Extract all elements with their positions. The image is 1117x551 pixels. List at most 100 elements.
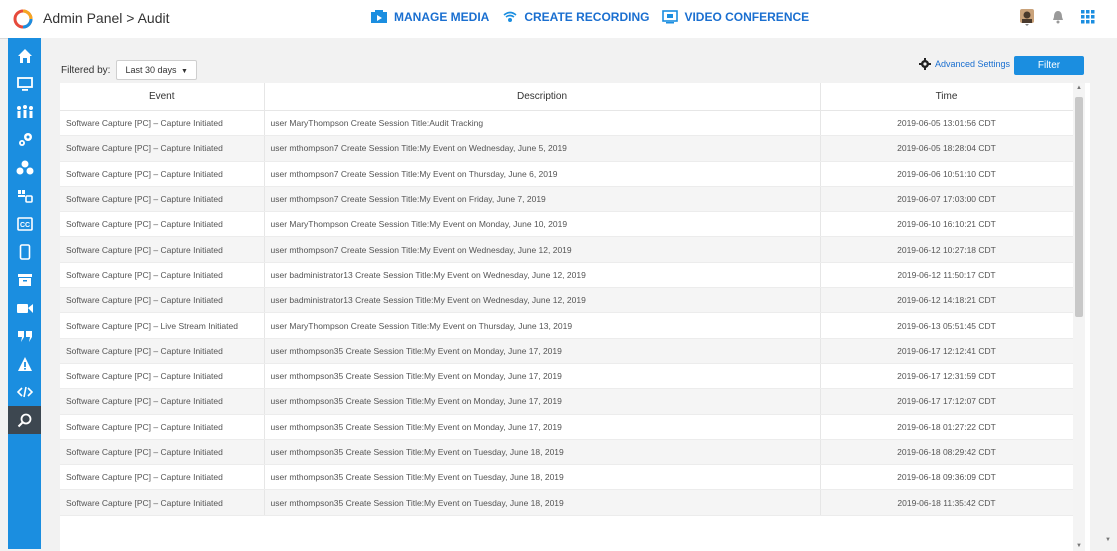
- cell-description: user mthompson35 Create Session Title:My…: [264, 489, 821, 516]
- filter-button[interactable]: Filter: [1014, 56, 1084, 75]
- advanced-settings-link[interactable]: Advanced Settings: [919, 58, 1010, 70]
- video-icon: [16, 304, 33, 313]
- date-range-value: Last 30 days: [125, 65, 177, 75]
- captions-icon: CC: [16, 217, 33, 231]
- table-scrollbar[interactable]: ▲ ▼: [1073, 83, 1085, 551]
- sidebar-item-captions[interactable]: CC: [8, 210, 41, 238]
- main-content: Filtered by: Last 30 days ▼ Advanced Set…: [41, 38, 1117, 551]
- cell-description: user mthompson35 Create Session Title:My…: [264, 439, 821, 466]
- sidebar-item-mobile[interactable]: [8, 238, 41, 266]
- cell-event: Software Capture [PC] – Capture Initiate…: [60, 439, 265, 466]
- table-row[interactable]: Software Capture [PC] – Capture Initiate…: [60, 388, 1074, 415]
- groups-icon: [16, 160, 33, 175]
- cell-event: Software Capture [PC] – Capture Initiate…: [60, 464, 265, 491]
- table-row[interactable]: Software Capture [PC] – Capture Initiate…: [60, 338, 1074, 364]
- breadcrumb-current: Audit: [137, 10, 170, 26]
- column-header-time[interactable]: Time: [820, 83, 1074, 111]
- cell-event: Software Capture [PC] – Capture Initiate…: [60, 262, 265, 289]
- cell-description: user mthompson7 Create Session Title:My …: [264, 186, 821, 213]
- sidebar-item-alerts[interactable]: [8, 350, 41, 378]
- cell-description: user MaryThompson Create Session Title:A…: [264, 110, 821, 137]
- create-recording-link[interactable]: CREATE RECORDING: [502, 9, 649, 25]
- cell-description: user mthompson35 Create Session Title:My…: [264, 388, 821, 415]
- cell-time: 2019-06-05 13:01:56 CDT: [820, 110, 1074, 137]
- media-icon: [371, 10, 387, 23]
- warning-icon: [17, 357, 32, 371]
- user-avatar-icon[interactable]: [1019, 8, 1035, 26]
- sidebar-item-quotes[interactable]: [8, 322, 41, 350]
- cell-description: user mthompson35 Create Session Title:My…: [264, 464, 821, 491]
- column-header-event[interactable]: Event: [60, 83, 265, 111]
- table-body: Software Capture [PC] – Capture Initiate…: [60, 110, 1074, 516]
- caret-down-icon: ▼: [181, 68, 188, 75]
- cell-time: 2019-06-10 16:10:21 CDT: [820, 211, 1074, 238]
- sidebar-item-groups[interactable]: [8, 154, 41, 182]
- table-row[interactable]: Software Capture [PC] – Capture Initiate…: [60, 186, 1074, 213]
- cell-time: 2019-06-12 14:18:21 CDT: [820, 287, 1074, 314]
- audit-icon: [17, 413, 31, 428]
- breadcrumb-root[interactable]: Admin Panel: [43, 10, 122, 26]
- create-recording-label: CREATE RECORDING: [524, 10, 650, 24]
- table-row[interactable]: Software Capture [PC] – Capture Initiate…: [60, 211, 1074, 238]
- table-row[interactable]: Software Capture [PC] – Capture Initiate…: [60, 464, 1074, 491]
- archive-icon: [17, 274, 32, 286]
- sidebar-item-integrations[interactable]: [8, 126, 41, 154]
- cell-time: 2019-06-17 17:12:07 CDT: [820, 388, 1074, 415]
- sidebar-item-settings[interactable]: [8, 182, 41, 210]
- column-header-description[interactable]: Description: [264, 83, 821, 111]
- page-scroll-down-icon[interactable]: ▼: [1105, 537, 1111, 543]
- advanced-settings-label: Advanced Settings: [935, 59, 1011, 69]
- users-icon: [16, 105, 33, 118]
- cell-time: 2019-06-13 05:51:45 CDT: [820, 312, 1074, 339]
- top-nav: MANAGE MEDIA CREATE RECORDING VIDEO CONF…: [370, 9, 822, 25]
- video-conference-link[interactable]: VIDEO CONFERENCE: [662, 10, 809, 24]
- cell-event: Software Capture [PC] – Capture Initiate…: [60, 236, 265, 263]
- integrations-icon: [18, 133, 32, 146]
- table-row[interactable]: Software Capture [PC] – Capture Initiate…: [60, 135, 1074, 162]
- table-row[interactable]: Software Capture [PC] – Capture Initiate…: [60, 414, 1074, 440]
- table-row[interactable]: Software Capture [PC] – Capture Initiate…: [60, 236, 1074, 263]
- cell-event: Software Capture [PC] – Capture Initiate…: [60, 110, 265, 137]
- settings-icon: [17, 190, 33, 203]
- table-row[interactable]: Software Capture [PC] – Live Stream Init…: [60, 312, 1074, 339]
- audit-table: Event Description Time Software Capture …: [60, 83, 1074, 516]
- scrollbar-thumb[interactable]: [1075, 97, 1083, 317]
- cell-time: 2019-06-17 12:12:41 CDT: [820, 338, 1074, 364]
- breadcrumb-separator: >: [126, 10, 135, 26]
- cell-time: 2019-06-17 12:31:59 CDT: [820, 363, 1074, 390]
- code-icon: [16, 386, 33, 398]
- cell-time: 2019-06-07 17:03:00 CDT: [820, 186, 1074, 213]
- scroll-down-icon[interactable]: ▼: [1076, 543, 1082, 549]
- recording-icon: [503, 11, 517, 22]
- bell-icon[interactable]: [1051, 10, 1065, 24]
- cell-event: Software Capture [PC] – Capture Initiate…: [60, 414, 265, 440]
- filtered-by-label: Filtered by:: [61, 64, 111, 76]
- monitor-icon: [16, 77, 33, 91]
- cell-time: 2019-06-05 18:28:04 CDT: [820, 135, 1074, 162]
- table-row[interactable]: Software Capture [PC] – Capture Initiate…: [60, 363, 1074, 390]
- sidebar-item-monitor[interactable]: [8, 70, 41, 98]
- cell-event: Software Capture [PC] – Capture Initiate…: [60, 287, 265, 314]
- sidebar-item-users[interactable]: [8, 98, 41, 126]
- table-row[interactable]: Software Capture [PC] – Capture Initiate…: [60, 439, 1074, 466]
- table-row[interactable]: Software Capture [PC] – Capture Initiate…: [60, 262, 1074, 289]
- sidebar-item-archive[interactable]: [8, 266, 41, 294]
- table-row[interactable]: Software Capture [PC] – Capture Initiate…: [60, 489, 1074, 516]
- video-conference-label: VIDEO CONFERENCE: [684, 10, 810, 24]
- sidebar-item-home[interactable]: [8, 42, 41, 70]
- table-row[interactable]: Software Capture [PC] – Capture Initiate…: [60, 287, 1074, 314]
- sidebar-item-video[interactable]: [8, 294, 41, 322]
- top-right-icons: [1003, 8, 1095, 26]
- apps-grid-icon[interactable]: [1081, 10, 1095, 24]
- sidebar-item-audit[interactable]: [8, 406, 41, 434]
- cell-description: user MaryThompson Create Session Title:M…: [264, 312, 821, 339]
- scroll-up-icon[interactable]: ▲: [1076, 85, 1082, 91]
- sidebar-item-code[interactable]: [8, 378, 41, 406]
- cell-description: user mthompson7 Create Session Title:My …: [264, 135, 821, 162]
- app-logo-icon[interactable]: [13, 9, 33, 29]
- table-row[interactable]: Software Capture [PC] – Capture Initiate…: [60, 161, 1074, 187]
- audit-table-container: Event Description Time Software Capture …: [60, 83, 1090, 551]
- table-row[interactable]: Software Capture [PC] – Capture Initiate…: [60, 110, 1074, 137]
- manage-media-link[interactable]: MANAGE MEDIA: [370, 10, 489, 24]
- date-range-select[interactable]: Last 30 days ▼: [116, 60, 197, 80]
